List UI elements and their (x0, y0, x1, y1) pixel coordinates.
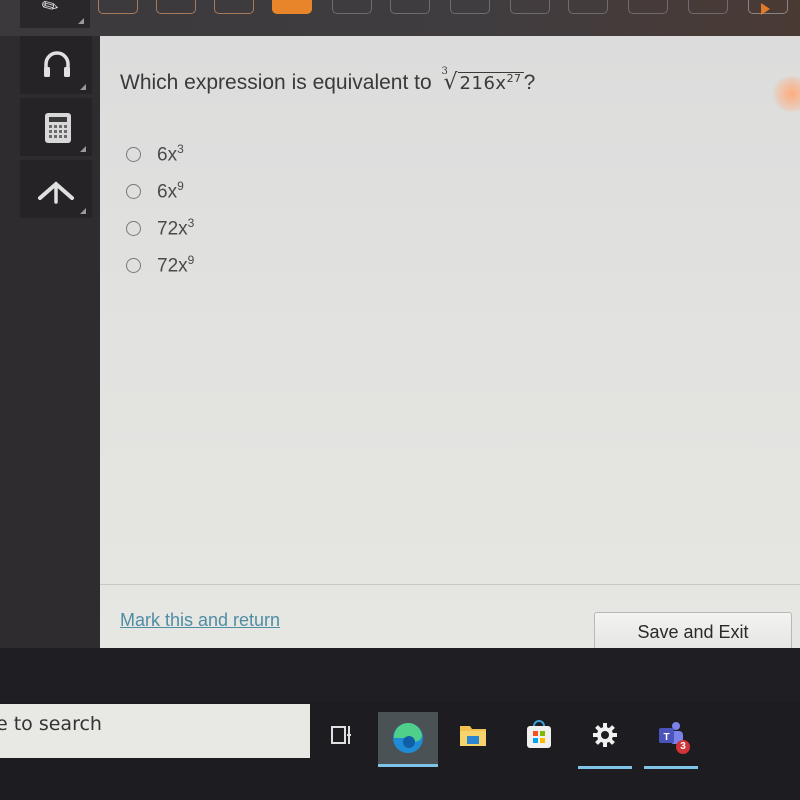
microsoft-store-icon (527, 720, 551, 748)
answer-option-b[interactable]: 6x9 (126, 173, 194, 210)
question-nav-10[interactable] (628, 0, 668, 14)
question-nav-5[interactable] (332, 0, 372, 14)
teams-button[interactable]: T 3 (650, 714, 692, 756)
question-nav-current[interactable] (272, 0, 312, 14)
headphones-icon (44, 51, 70, 77)
answer-options: 6x3 6x9 72x3 72x9 (126, 136, 194, 284)
answer-option-d[interactable]: 72x9 (126, 247, 194, 284)
calculator-icon (45, 113, 71, 143)
option-label: 6x3 (157, 142, 184, 166)
question-nav-9[interactable] (568, 0, 608, 14)
taskbar: e to search T 3 (0, 702, 800, 800)
question-panel: Which expression is equivalent to 3 √ 216… (100, 36, 800, 652)
task-view-icon (331, 726, 351, 744)
radio-button[interactable] (126, 258, 141, 273)
answer-option-c[interactable]: 72x3 (126, 210, 194, 247)
question-navigation-bar: ✎ (0, 0, 800, 36)
question-nav-11[interactable] (688, 0, 728, 14)
option-label: 72x9 (157, 253, 195, 277)
question-nav-7[interactable] (450, 0, 490, 14)
svg-text:T: T (663, 732, 669, 743)
running-app-indicator (644, 766, 698, 769)
question-nav-8[interactable] (510, 0, 550, 14)
file-explorer-icon (460, 726, 486, 746)
pencil-icon: ✎ (37, 0, 64, 21)
mark-and-return-link[interactable]: Mark this and return (120, 610, 280, 631)
calculator-tool-button[interactable] (20, 98, 92, 156)
radio-button[interactable] (126, 221, 141, 236)
search-placeholder: e to search (0, 713, 102, 735)
taskbar-search-input[interactable]: e to search (0, 704, 310, 758)
tool-sidebar (0, 36, 100, 648)
radicand-base: 216x (459, 73, 507, 94)
radio-button[interactable] (126, 147, 141, 162)
settings-button[interactable] (584, 714, 626, 756)
question-nav-1[interactable] (98, 0, 138, 14)
reference-arrow-icon (38, 181, 74, 204)
monitor-bezel (0, 648, 800, 702)
active-app-indicator (378, 764, 438, 767)
tool-menu-corner-icon (80, 146, 86, 152)
tool-menu-corner-icon (80, 84, 86, 90)
radicand-exponent: 27 (506, 72, 522, 85)
file-explorer-button[interactable] (452, 714, 494, 756)
footer-divider (100, 584, 800, 585)
radicand: 216x27 (457, 72, 524, 94)
question-text: Which expression is equivalent to (120, 71, 432, 94)
next-question-button[interactable] (748, 0, 788, 15)
answer-option-a[interactable]: 6x3 (126, 136, 194, 173)
notification-badge: 3 (676, 740, 690, 754)
microsoft-store-button[interactable] (518, 714, 560, 756)
settings-gear-icon (593, 723, 617, 747)
option-label: 6x9 (157, 179, 184, 203)
task-view-button[interactable] (320, 714, 362, 756)
tool-menu-corner-icon (80, 208, 86, 214)
radical-index: 3 (441, 66, 448, 77)
question-prompt: Which expression is equivalent to 3 √ 216… (120, 66, 536, 95)
question-mark: ? (523, 71, 536, 94)
question-nav-6[interactable] (390, 0, 430, 14)
next-arrow-icon (761, 3, 770, 15)
question-nav-3[interactable] (214, 0, 254, 14)
radio-button[interactable] (126, 184, 141, 199)
edge-browser-icon (393, 722, 423, 753)
running-app-indicator (578, 766, 632, 769)
save-and-exit-button[interactable]: Save and Exit (594, 612, 792, 652)
option-label: 72x3 (157, 216, 195, 240)
audio-tool-button[interactable] (20, 36, 92, 94)
reference-tool-button[interactable] (20, 160, 92, 218)
tool-menu-corner-icon (78, 18, 84, 24)
cube-root-expression: 3 √ 216x27 (442, 66, 524, 95)
question-nav-2[interactable] (156, 0, 196, 14)
edge-browser-button[interactable] (378, 712, 438, 764)
pencil-tool-button[interactable]: ✎ (20, 0, 90, 28)
